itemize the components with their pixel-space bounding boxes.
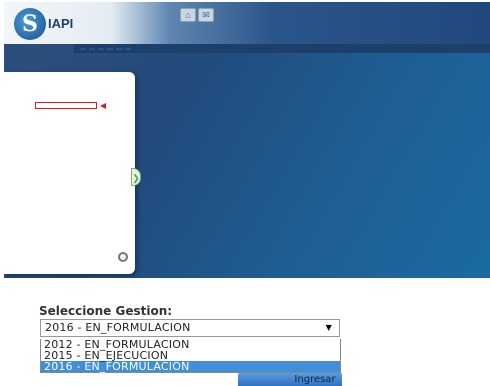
menu-item[interactable] <box>116 47 122 50</box>
app-header: S IAPI ⌂ ✉ <box>4 2 490 44</box>
siapi-logo-icon: S <box>14 8 46 40</box>
home-icon[interactable]: ⌂ <box>180 8 196 22</box>
dropdown-arrow-icon[interactable]: ▼ <box>326 320 332 336</box>
gestion-options-list: 2012 - EN_FORMULACION 2015 - EN_EJECUCIO… <box>40 339 341 373</box>
menu-item[interactable] <box>125 47 131 50</box>
gestion-select[interactable]: 2016 - EN_FORMULACION ▼ <box>40 319 340 337</box>
settings-icon[interactable] <box>118 252 128 262</box>
gestion-select-value: 2016 - EN_FORMULACION <box>45 321 191 334</box>
red-arrow-icon <box>100 103 106 109</box>
menu-item[interactable] <box>98 47 104 50</box>
gestion-option-selected[interactable]: 2016 - EN_FORMULACION <box>41 361 340 372</box>
menu-item[interactable] <box>89 47 95 50</box>
menu-item[interactable] <box>107 47 113 50</box>
app-screenshot: S IAPI ⌂ ✉ ❯ <box>4 2 490 278</box>
menu-item[interactable] <box>80 47 86 50</box>
main-menu <box>74 44 490 53</box>
mail-icon[interactable]: ✉ <box>198 8 214 22</box>
siapi-logo-text: IAPI <box>48 16 74 31</box>
collapse-panel-icon[interactable]: ❯ <box>131 168 141 186</box>
highlighted-tree-item[interactable] <box>35 102 97 109</box>
ingresar-button[interactable]: Ingresar <box>238 373 342 386</box>
gestion-label: Seleccione Gestion: <box>39 304 173 318</box>
